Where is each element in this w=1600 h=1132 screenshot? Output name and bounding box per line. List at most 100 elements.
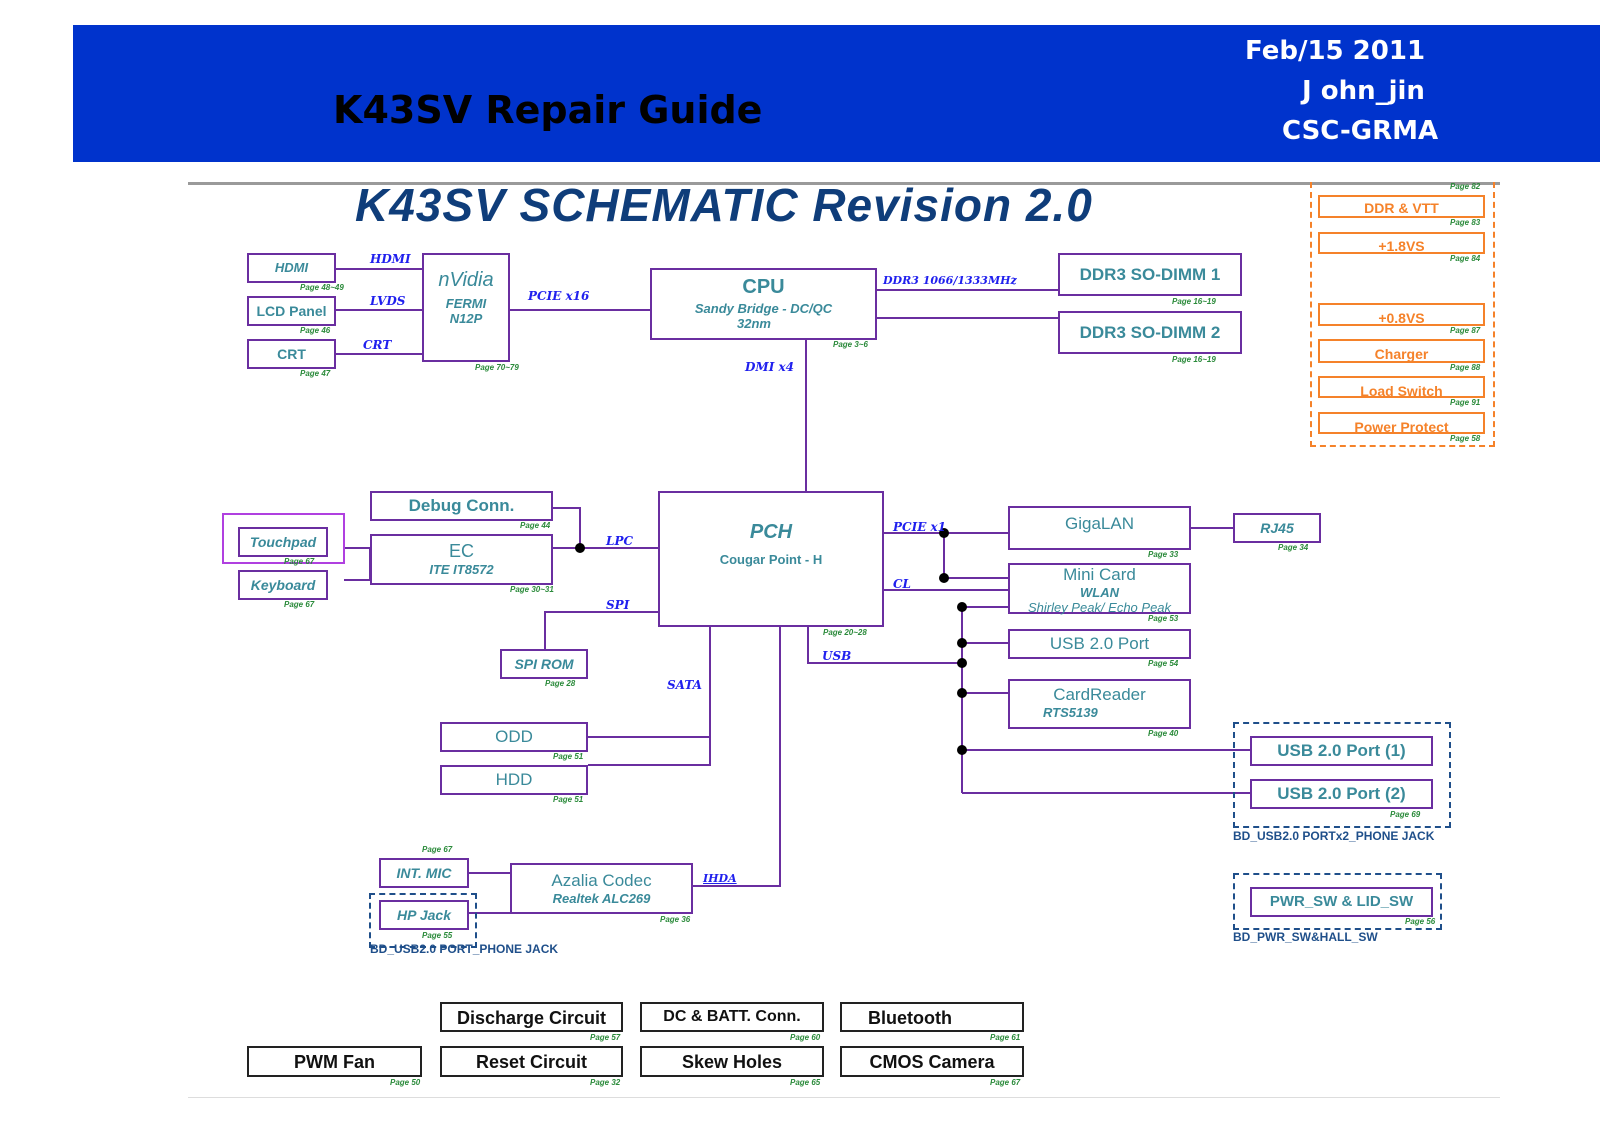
junction-dot (957, 745, 967, 755)
block-title: CardReader (1053, 685, 1146, 704)
block-title: EC (448, 541, 474, 561)
page-ref: Page 67 (422, 845, 453, 854)
block-pch[interactable]: PCH Cougar Point - H (658, 491, 884, 627)
block-subtitle: Shirley Peak/ Echo Peak (1027, 600, 1172, 615)
block-title: PCH (749, 521, 793, 543)
wire-spi (544, 611, 658, 649)
page-ref: Page 70~79 (475, 363, 519, 372)
page-ref: Page 83 (1450, 218, 1481, 227)
page-ref: Page 58 (1450, 434, 1481, 443)
block-title: HP Jack (397, 907, 451, 923)
block-title: PWM Fan (294, 1052, 375, 1072)
block-gigalan[interactable]: GigaLAN (1008, 506, 1191, 550)
block-usb-port-1[interactable]: USB 2.0 Port (1) (1250, 736, 1433, 766)
block-ec[interactable]: EC ITE IT8572 (370, 534, 553, 585)
page-ref: Page 28 (545, 679, 576, 688)
power-block-charger[interactable]: Charger (1318, 339, 1485, 363)
block-cpu[interactable]: CPU Sandy Bridge - DC/QC 32nm (650, 268, 877, 340)
junction-dot (957, 688, 967, 698)
block-subtitle: Realtek ALC269 (552, 891, 651, 906)
block-mini-card[interactable]: Mini Card WLAN Shirley Peak/ Echo Peak (1008, 563, 1191, 615)
block-int-mic[interactable]: INT. MIC (379, 858, 469, 888)
block-odd[interactable]: ODD (440, 722, 588, 752)
block-ddr3-sodimm-1[interactable]: DDR3 SO-DIMM 1 (1058, 253, 1242, 296)
block-pwr-lid-sw[interactable]: PWR_SW & LID_SW (1250, 887, 1433, 917)
page-ref: Page 57 (590, 1033, 621, 1042)
block-hdmi[interactable]: HDMI (247, 253, 336, 283)
block-title: Load Switch (1360, 383, 1443, 399)
block-spi-rom[interactable]: SPI ROM (500, 649, 588, 679)
block-pwm-fan[interactable]: PWM Fan (247, 1046, 422, 1077)
page-ref: Page 67 (990, 1078, 1021, 1087)
page-ref: Page 67 (284, 600, 315, 609)
block-title: PWR_SW & LID_SW (1269, 893, 1414, 910)
power-block-0-8vs[interactable]: +0.8VS (1318, 303, 1485, 326)
bus-label-cl: CL (893, 577, 911, 591)
block-title: CMOS Camera (869, 1052, 995, 1072)
page-ref: Page 3~6 (833, 340, 868, 349)
page-ref: Page 32 (590, 1078, 621, 1087)
page-ref: Page 40 (1148, 729, 1179, 738)
power-block-power-protect[interactable]: Power Protect (1318, 412, 1485, 435)
block-title: Discharge Circuit (456, 1008, 607, 1028)
page-ref: Page 36 (660, 915, 691, 924)
page-ref: Page 51 (553, 795, 584, 804)
block-title: CRT (277, 346, 306, 362)
block-crt[interactable]: CRT (247, 339, 336, 369)
block-hdd[interactable]: HDD (440, 765, 588, 795)
page-ref: Page 61 (990, 1033, 1021, 1042)
power-block-load-switch[interactable]: Load Switch (1318, 376, 1485, 399)
block-ddr3-sodimm-2[interactable]: DDR3 SO-DIMM 2 (1058, 311, 1242, 354)
block-subtitle: N12P (449, 311, 483, 326)
bus-label-dmi: DMI x4 (745, 360, 794, 374)
bus-label-lvds: LVDS (370, 294, 406, 308)
power-block-1-8vs[interactable]: +1.8VS (1318, 232, 1485, 254)
block-nvidia-gpu[interactable]: nVidia FERMI N12P (422, 253, 510, 362)
block-title: USB 2.0 Port (1) (1277, 741, 1406, 760)
block-touchpad[interactable]: Touchpad (238, 527, 328, 557)
block-reset-circuit[interactable]: Reset Circuit (440, 1046, 623, 1077)
bus-label-pcie-x16: PCIE x16 (528, 289, 590, 303)
block-keyboard[interactable]: Keyboard (238, 570, 328, 600)
page-ref: Page 55 (422, 931, 453, 940)
page-ref: Page 53 (1148, 614, 1179, 623)
page-ref: Page 60 (790, 1033, 821, 1042)
block-dc-batt-conn[interactable]: DC & BATT. Conn. (640, 1002, 824, 1032)
block-subtitle: RTS5139 (1043, 705, 1098, 720)
block-debug-conn[interactable]: Debug Conn. (370, 491, 553, 521)
block-cmos-camera[interactable]: CMOS Camera (840, 1046, 1024, 1077)
block-title: Bluetooth (868, 1008, 952, 1028)
block-rj45[interactable]: RJ45 (1233, 513, 1321, 543)
block-usb-2-0-port[interactable]: USB 2.0 Port (1008, 629, 1191, 659)
block-azalia-codec[interactable]: Azalia Codec Realtek ALC269 (510, 863, 693, 914)
block-hp-jack[interactable]: HP Jack (379, 900, 469, 930)
block-title: INT. MIC (396, 865, 452, 881)
block-subtitle: WLAN (1080, 585, 1119, 600)
block-title: +1.8VS (1378, 238, 1425, 254)
block-usb-port-2[interactable]: USB 2.0 Port (2) (1250, 779, 1433, 809)
block-title: DDR & VTT (1364, 200, 1439, 216)
block-lcd-panel[interactable]: LCD Panel (247, 296, 336, 326)
bus-label-pcie-x1: PCIE x1 (893, 520, 947, 534)
page-ref: Page 56 (1405, 917, 1436, 926)
board-label: BD_USB2.0 PORTx2_PHONE JACK (1233, 829, 1435, 843)
junction-dot (957, 602, 967, 612)
board-label: BD_USB2.0 PORT_PHONE JACK (370, 942, 559, 956)
block-title: HDMI (274, 260, 309, 275)
page-ref: Page 82 (1450, 182, 1481, 191)
block-title: +0.8VS (1378, 310, 1425, 326)
page-ref: Page 54 (1148, 659, 1179, 668)
block-title: CPU (742, 276, 785, 298)
block-discharge-circuit[interactable]: Discharge Circuit (440, 1002, 623, 1032)
block-bluetooth[interactable]: Bluetooth (840, 1002, 1024, 1032)
block-cardreader[interactable]: CardReader RTS5139 (1008, 679, 1191, 729)
block-title: ODD (495, 727, 533, 746)
block-skew-holes[interactable]: Skew Holes (640, 1046, 824, 1077)
block-title: Mini Card (1063, 565, 1136, 584)
block-title: HDD (495, 770, 533, 789)
junction-dot (939, 573, 949, 583)
power-block-ddr-vtt[interactable]: DDR & VTT (1318, 195, 1485, 218)
block-title: DDR3 SO-DIMM 2 (1079, 323, 1221, 342)
bus-label-ddr3: DDR3 1066/1333MHz (883, 274, 1017, 287)
bus-label-ihda: IHDA (703, 872, 737, 885)
